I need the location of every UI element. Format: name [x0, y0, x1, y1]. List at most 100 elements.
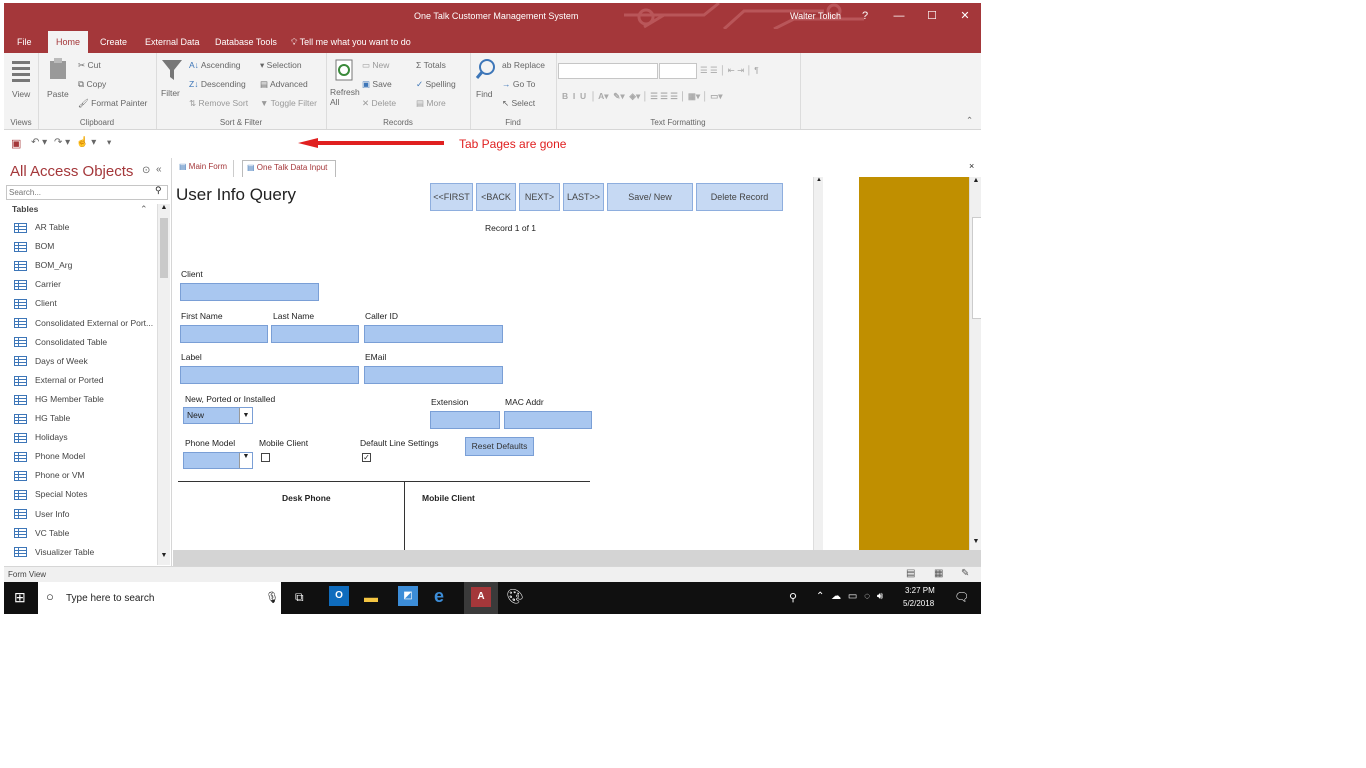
- format-painter-button[interactable]: 🖌︎ Format Painter: [78, 98, 147, 109]
- first-record-button[interactable]: <<FIRST: [430, 183, 473, 211]
- last-record-button[interactable]: LAST>>: [563, 183, 604, 211]
- spelling-button[interactable]: ✓ Spelling: [416, 79, 456, 90]
- nav-item-table[interactable]: HG Member Table: [14, 394, 104, 410]
- collapse-section-icon[interactable]: ⌃: [140, 204, 148, 215]
- scroll-down-icon[interactable]: ▼: [158, 552, 170, 564]
- nav-item-table[interactable]: External or Ported: [14, 375, 104, 391]
- tab-file[interactable]: File: [17, 37, 32, 47]
- nav-item-table[interactable]: AR Table: [14, 222, 69, 238]
- delete-record-form-button[interactable]: Delete Record: [696, 183, 783, 211]
- app-icon[interactable]: ◩: [398, 586, 418, 606]
- file-explorer-icon[interactable]: ▬: [364, 589, 378, 605]
- totals-button[interactable]: Σ Totals: [416, 60, 446, 70]
- microphone-icon[interactable]: 🎙︎: [265, 591, 279, 604]
- nav-item-table[interactable]: HG Table: [14, 413, 70, 429]
- undo-icon[interactable]: ↶ ▾: [31, 137, 47, 148]
- search-icon[interactable]: ⚲: [155, 185, 162, 196]
- collapse-nav-icon[interactable]: «: [156, 164, 162, 175]
- scroll-down-icon[interactable]: ▼: [970, 538, 981, 545]
- delete-record-button[interactable]: ✕ Delete: [362, 98, 396, 109]
- collapse-ribbon-icon[interactable]: ⌃: [966, 115, 973, 126]
- user-name[interactable]: Walter Tolich: [790, 11, 841, 21]
- taskbar-date[interactable]: 5/2/2018: [903, 599, 934, 608]
- nav-item-table[interactable]: Phone Model: [14, 451, 85, 467]
- form-scrollbar[interactable]: ▲ ▼: [969, 177, 981, 550]
- nav-item-table[interactable]: User Info: [14, 509, 70, 525]
- close-document-icon[interactable]: ×: [969, 161, 974, 171]
- nav-section-tables[interactable]: Tables: [12, 204, 38, 214]
- refresh-all-button[interactable]: Refresh All: [330, 87, 360, 107]
- save-record-button[interactable]: ▣ Save: [362, 79, 392, 90]
- chevron-down-icon[interactable]: ▼: [239, 453, 252, 468]
- new-ported-select[interactable]: New ▼: [183, 407, 253, 424]
- tell-me-box[interactable]: 💡︎ Tell me what you want to do: [291, 37, 411, 48]
- nav-item-table[interactable]: BOM_Arg: [14, 260, 72, 276]
- doctab-main-form[interactable]: ▤ Main Form: [175, 160, 235, 178]
- selection-button[interactable]: ▾ Selection: [260, 60, 302, 71]
- nav-item-table[interactable]: BOM: [14, 241, 54, 257]
- edge-icon[interactable]: e: [434, 586, 444, 607]
- tab-create[interactable]: Create: [100, 37, 127, 47]
- qat-save-icon[interactable]: ▣: [11, 137, 21, 150]
- goto-button[interactable]: → Go To: [502, 79, 535, 89]
- customize-qat-icon[interactable]: ▾: [107, 137, 111, 148]
- tab-home[interactable]: Home: [48, 31, 89, 54]
- minimize-button[interactable]: —: [884, 7, 914, 25]
- mobile-client-checkbox[interactable]: [261, 453, 270, 462]
- descending-button[interactable]: Z↓ Descending: [189, 79, 246, 89]
- chevron-down-icon[interactable]: ▼: [239, 408, 252, 423]
- nav-item-table[interactable]: Visualizer Table: [14, 547, 94, 563]
- tab-database-tools[interactable]: Database Tools: [215, 37, 277, 47]
- taskbar-search-box[interactable]: ○ Type here to search 🎙︎: [38, 582, 281, 614]
- copy-button[interactable]: ⧉ Copy: [78, 79, 106, 90]
- email-field[interactable]: [364, 366, 503, 384]
- advanced-button[interactable]: ▤ Advanced: [260, 79, 308, 90]
- nav-scroll-thumb[interactable]: [160, 218, 168, 278]
- nav-scrollbar[interactable]: ▲ ▼: [157, 204, 170, 565]
- nav-item-table[interactable]: Days of Week: [14, 356, 88, 372]
- next-record-button[interactable]: NEXT>: [519, 183, 560, 211]
- mac-addr-field[interactable]: [504, 411, 592, 429]
- outlook-icon[interactable]: O: [329, 586, 349, 606]
- back-record-button[interactable]: <BACK: [476, 183, 516, 211]
- taskbar-time[interactable]: 3:27 PM: [905, 586, 935, 595]
- extension-field[interactable]: [430, 411, 500, 429]
- scroll-up-icon[interactable]: ▲: [970, 177, 981, 184]
- nav-item-table[interactable]: Holidays: [14, 432, 68, 448]
- nav-search-input[interactable]: [7, 186, 149, 198]
- form-scroll-thumb[interactable]: [972, 217, 981, 319]
- close-button[interactable]: ✕: [950, 7, 980, 25]
- design-view-icon[interactable]: ✎: [961, 568, 969, 579]
- task-view-icon[interactable]: ⧉: [295, 590, 304, 605]
- remove-sort-button[interactable]: ⇅ Remove Sort: [189, 98, 248, 109]
- first-name-field[interactable]: [180, 325, 268, 343]
- tab-external-data[interactable]: External Data: [145, 37, 200, 47]
- notification-icon[interactable]: 🗨︎: [954, 590, 969, 604]
- nav-menu-icon[interactable]: ⊙: [142, 165, 150, 176]
- toggle-filter-button[interactable]: ▼ Toggle Filter: [260, 98, 317, 108]
- ascending-button[interactable]: A↓ Ascending: [189, 60, 241, 70]
- form-view-icon[interactable]: ▤: [906, 568, 915, 579]
- font-name-combo[interactable]: [558, 63, 658, 79]
- access-taskbar-button[interactable]: A: [464, 582, 498, 614]
- bold-italic-underline-icon[interactable]: B I U │ A▾ ✎▾ ◈▾ │ ☰ ☰ ☰ │ ▦▾ │ ▭▾: [562, 91, 723, 102]
- redo-icon[interactable]: ↷ ▾: [54, 137, 70, 148]
- client-field[interactable]: [180, 283, 319, 301]
- cut-button[interactable]: ✂︎ Cut: [78, 60, 101, 71]
- filter-button[interactable]: Filter: [161, 88, 180, 98]
- nav-item-table[interactable]: Consolidated External or Port...: [14, 318, 153, 334]
- nav-item-table[interactable]: Client: [14, 298, 57, 314]
- nav-item-table[interactable]: VC Table: [14, 528, 69, 544]
- scroll-up-icon[interactable]: ▲: [158, 204, 170, 216]
- phone-model-select[interactable]: ▼: [183, 452, 253, 469]
- form-horizontal-scrollbar[interactable]: [173, 550, 981, 566]
- new-record-button[interactable]: ▭ New: [362, 60, 389, 71]
- select-button[interactable]: ↖ Select: [502, 98, 535, 109]
- reset-defaults-button[interactable]: Reset Defaults: [465, 437, 534, 456]
- nav-item-table[interactable]: Carrier: [14, 279, 61, 295]
- font-size-combo[interactable]: [659, 63, 697, 79]
- last-name-field[interactable]: [271, 325, 359, 343]
- paint-taskbar-button[interactable]: 🎨︎: [500, 582, 530, 614]
- caller-id-field[interactable]: [364, 325, 503, 343]
- list-format-icon[interactable]: ☰ ☰ │ ⇤ ⇥ │ ¶: [700, 65, 759, 76]
